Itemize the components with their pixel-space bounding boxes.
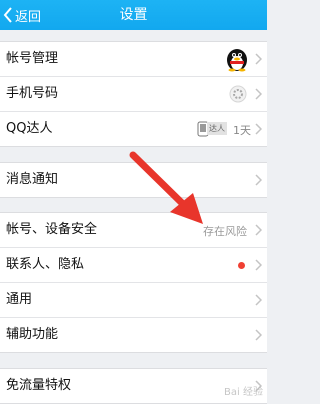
qq-avatar-icon [227,49,247,72]
chevron-right-icon [255,294,262,306]
loading-spinner-icon [229,85,247,103]
contacts-privacy-row[interactable]: 联系人、隐私 [0,248,267,283]
data-free-privilege-label: 免流量特权 [6,378,72,393]
account-management-label: 帐号管理 [6,51,59,66]
account-group: 帐号管理 手机号码 QQ达人 达人 1天 [0,41,267,147]
security-risk-status: 存在风险 [203,225,247,238]
qq-talent-days: 1天 [233,124,251,137]
general-label: 通用 [6,292,33,307]
page-title: 设置 [119,7,148,23]
qq-talent-badge-text: 达人 [207,122,227,135]
general-row[interactable]: 通用 [0,283,267,318]
red-dot-badge [238,262,245,269]
contacts-privacy-label: 联系人、隐私 [6,257,85,272]
chevron-right-icon [255,123,262,135]
watermark: Bai 经验 [224,387,263,398]
top-navigation-bar: 返回 设置 [0,0,267,30]
accessibility-label: 辅助功能 [6,327,59,342]
chevron-right-icon [255,224,262,236]
chevron-right-icon [255,329,262,341]
account-management-row[interactable]: 帐号管理 [0,42,267,77]
qq-talent-row[interactable]: QQ达人 达人 1天 [0,112,267,146]
message-notification-label: 消息通知 [6,172,59,187]
phone-number-label: 手机号码 [6,86,59,101]
qq-talent-label: QQ达人 [6,121,53,136]
chevron-right-icon [255,53,262,65]
accessibility-row[interactable]: 辅助功能 [0,318,267,352]
account-device-security-label: 帐号、设备安全 [6,222,98,237]
notification-group: 消息通知 [0,162,267,198]
phone-number-row[interactable]: 手机号码 [0,77,267,112]
account-device-security-row[interactable]: 帐号、设备安全 存在风险 [0,213,267,248]
chevron-right-icon [255,88,262,100]
chevron-right-icon [255,259,262,271]
security-group: 帐号、设备安全 存在风险 联系人、隐私 通用 辅助功能 [0,212,267,353]
message-notification-row[interactable]: 消息通知 [0,163,267,197]
chevron-right-icon [255,174,262,186]
